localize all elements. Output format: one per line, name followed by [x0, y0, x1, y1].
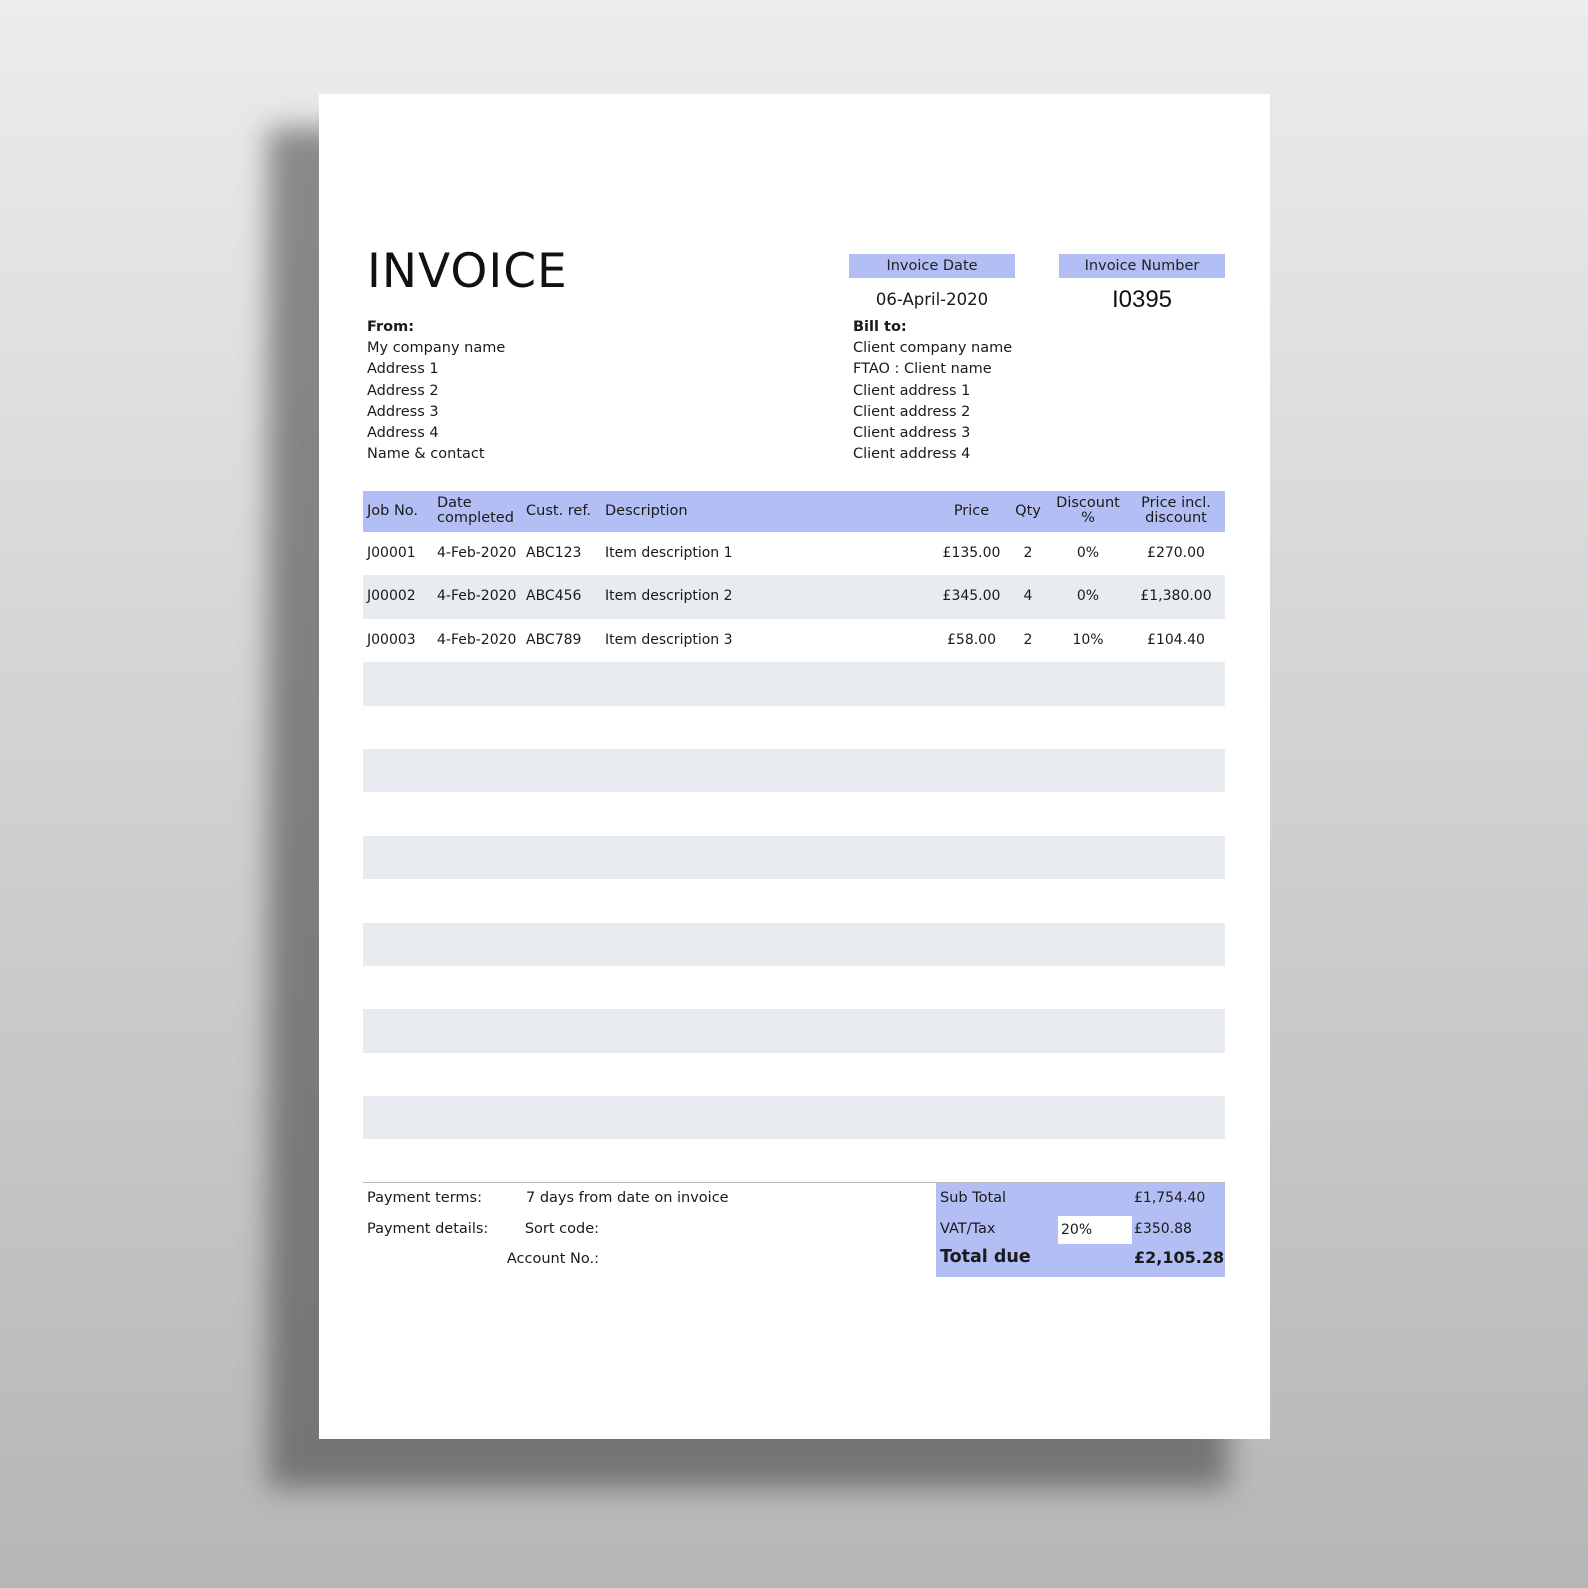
header-date: Date completed: [437, 496, 514, 526]
bill-to-line[interactable]: FTAO : Client name: [853, 359, 1012, 380]
total-due-label: Total due: [940, 1247, 1031, 1267]
header-total-line-2: discount: [1145, 510, 1207, 526]
invoice-date-block: Invoice Date 06-April-2020: [849, 254, 1015, 309]
from-line[interactable]: Name & contact: [367, 444, 505, 465]
bill-to-block: Bill to: Client company name FTAO : Clie…: [853, 317, 1012, 465]
header-total-line-1: Price incl.: [1141, 495, 1211, 511]
account-number-label: Account No.:: [506, 1251, 599, 1267]
table-header: Job No. Date completed Cust. ref. Descri…: [363, 491, 1225, 532]
bill-to-line[interactable]: Client address 3: [853, 423, 1012, 444]
header-discount-line-2: %: [1081, 510, 1095, 526]
description-cell: Item description 2: [605, 588, 733, 605]
bill-to-line[interactable]: Client address 1: [853, 381, 1012, 402]
vat-label: VAT/Tax: [940, 1221, 996, 1237]
discount-cell: 0%: [1076, 545, 1100, 561]
qty-cell: 2: [1023, 631, 1033, 648]
ref-cell: ABC123: [526, 545, 582, 561]
job-cell: J00003: [367, 631, 416, 648]
from-line[interactable]: Address 4: [367, 423, 505, 444]
table-row[interactable]: [363, 706, 1225, 749]
header-discount: Discount %: [1051, 496, 1125, 526]
invoice-footer: Payment terms: 7 days from date on invoi…: [363, 1182, 1225, 1277]
line-total-cell: £1,380.00: [1140, 588, 1212, 605]
qty-cell: 4: [1023, 588, 1033, 605]
invoice-date-value[interactable]: 06-April-2020: [849, 290, 1015, 309]
bill-to-line[interactable]: Client address 4: [853, 444, 1012, 465]
bill-to-line[interactable]: Client company name: [853, 338, 1012, 359]
table-row[interactable]: J00001 4-Feb-2020 ABC123 Item description 1…: [363, 532, 1225, 575]
ref-cell: ABC456: [526, 588, 582, 605]
invoice-title: INVOICE: [367, 244, 568, 299]
sort-code-label: Sort code:: [524, 1221, 599, 1237]
totals-box: Sub Total £1,754.40 VAT/Tax 20% £350.88 …: [936, 1183, 1225, 1277]
qty-cell: 2: [1023, 545, 1033, 561]
table-row[interactable]: J00002 4-Feb-2020 ABC456 Item description 2…: [363, 575, 1225, 619]
total-due-value: £2,105.28: [1134, 1248, 1225, 1267]
invoice-number-value[interactable]: I0395: [1059, 286, 1225, 314]
from-line[interactable]: Address 2: [367, 381, 505, 402]
job-cell: J00002: [367, 588, 416, 605]
invoice-date-label: Invoice Date: [849, 254, 1015, 278]
price-cell: £58.00: [947, 631, 996, 648]
line-items-table: Job No. Date completed Cust. ref. Descri…: [363, 491, 1225, 1183]
header-ref: Cust. ref.: [526, 503, 591, 519]
line-total-cell: £104.40: [1147, 631, 1205, 648]
header-date-line-1: Date: [437, 495, 472, 511]
description-cell: Item description 1: [605, 545, 733, 561]
table-body: J00001 4-Feb-2020 ABC123 Item description 1…: [363, 532, 1225, 1183]
discount-cell: 0%: [1076, 588, 1100, 605]
from-heading: From:: [367, 319, 414, 335]
table-row[interactable]: [363, 1139, 1225, 1182]
payment-terms-value[interactable]: 7 days from date on invoice: [526, 1190, 729, 1206]
price-cell: £135.00: [942, 545, 1001, 561]
date-cell: 4-Feb-2020: [437, 631, 517, 648]
invoice-number-label: Invoice Number: [1059, 254, 1225, 278]
subtotal-label: Sub Total: [940, 1190, 1007, 1206]
discount-cell: 10%: [1072, 631, 1104, 648]
date-cell: 4-Feb-2020: [437, 588, 517, 605]
description-cell: Item description 3: [605, 631, 733, 648]
header-desc: Description: [605, 503, 688, 519]
table-row[interactable]: [363, 662, 1225, 706]
from-block: From: My company name Address 1 Address …: [367, 317, 505, 465]
vat-rate-value: 20%: [1061, 1222, 1093, 1238]
table-row[interactable]: [363, 792, 1225, 835]
bill-to-heading: Bill to:: [853, 319, 907, 335]
table-row[interactable]: [363, 1009, 1225, 1053]
table-row[interactable]: [363, 1096, 1225, 1140]
header-date-line-2: completed: [437, 510, 514, 526]
payment-terms-label: Payment terms:: [367, 1190, 482, 1206]
table-row[interactable]: J00003 4-Feb-2020 ABC789 Item description 3…: [363, 619, 1225, 662]
header-total: Price incl. discount: [1131, 496, 1221, 526]
table-row[interactable]: [363, 966, 1225, 1009]
date-cell: 4-Feb-2020: [437, 545, 517, 561]
table-row[interactable]: [363, 1053, 1225, 1096]
invoice-number-block: Invoice Number I0395: [1059, 254, 1225, 314]
table-row[interactable]: [363, 835, 1225, 880]
job-cell: J00001: [367, 545, 416, 561]
table-row[interactable]: [363, 922, 1225, 966]
header-job: Job No.: [367, 503, 419, 519]
subtotal-value: £1,754.40: [1134, 1190, 1206, 1206]
table-row[interactable]: [363, 879, 1225, 922]
table-row[interactable]: [363, 748, 1225, 793]
line-total-cell: £270.00: [1147, 545, 1205, 561]
header-price: Price: [953, 503, 990, 519]
from-line[interactable]: Address 3: [367, 402, 505, 423]
vat-rate-input[interactable]: 20%: [1058, 1216, 1132, 1244]
price-cell: £345.00: [942, 588, 1001, 605]
from-line[interactable]: Address 1: [367, 359, 505, 380]
invoice-page: INVOICE Invoice Date 06-April-2020 Invoi…: [319, 94, 1270, 1439]
ref-cell: ABC789: [526, 631, 582, 648]
header-qty: Qty: [1015, 503, 1041, 519]
from-line[interactable]: My company name: [367, 338, 505, 359]
bill-to-line[interactable]: Client address 2: [853, 402, 1012, 423]
header-discount-line-1: Discount: [1056, 495, 1120, 511]
vat-value: £350.88: [1134, 1221, 1192, 1237]
payment-details-label: Payment details:: [367, 1221, 489, 1237]
